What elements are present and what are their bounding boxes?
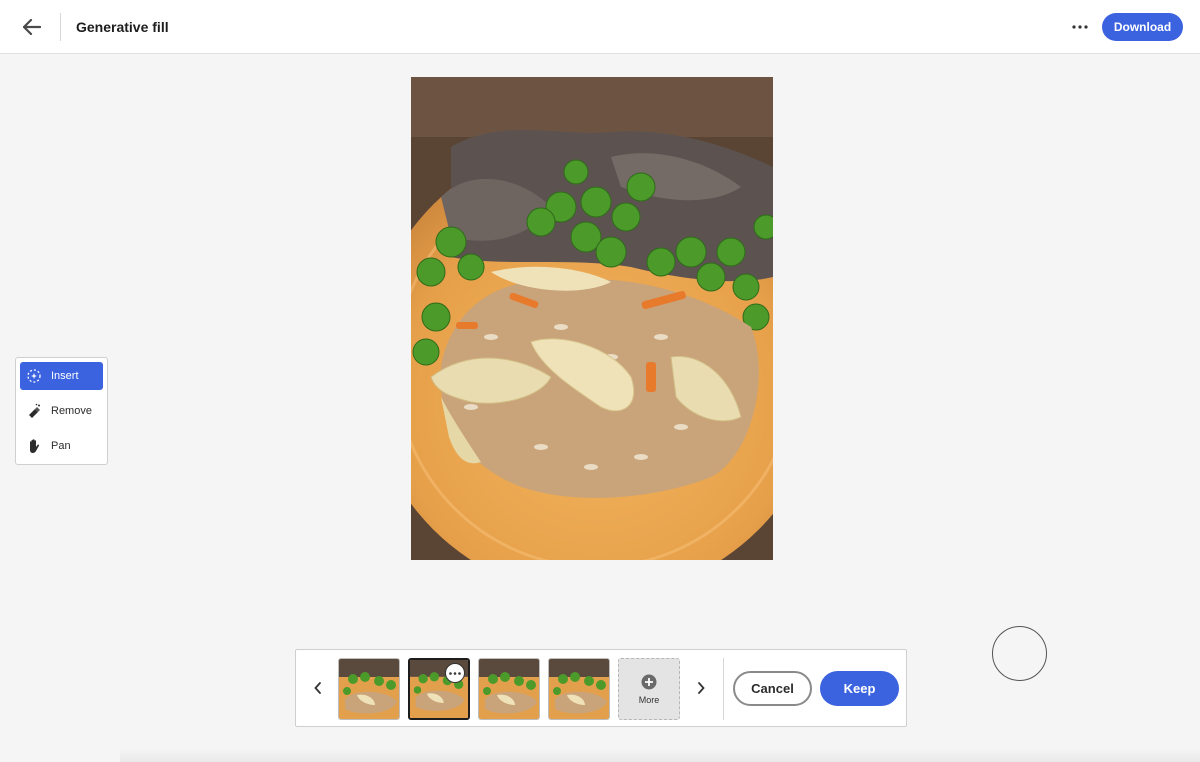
- previous-variation-button[interactable]: [308, 678, 328, 698]
- canvas-image[interactable]: [411, 77, 773, 560]
- bottom-shadow: [120, 748, 1200, 762]
- variation-options-button[interactable]: [445, 663, 465, 683]
- header-divider: [60, 13, 61, 41]
- variation-image: [549, 659, 609, 719]
- variations-bar: More Cancel Keep: [295, 649, 907, 727]
- back-button[interactable]: [18, 13, 46, 41]
- variation-thumbnail-3[interactable]: [478, 658, 540, 720]
- chevron-right-icon: [698, 682, 705, 694]
- food-photo: [411, 77, 773, 560]
- pan-tool-label: Pan: [51, 440, 71, 452]
- page-title: Generative fill: [76, 19, 169, 35]
- insert-tool-button[interactable]: Insert: [20, 362, 103, 390]
- pan-tool-button[interactable]: Pan: [20, 432, 103, 460]
- more-options-button[interactable]: [1066, 14, 1094, 40]
- app-header: Generative fill Download: [0, 0, 1200, 54]
- variation-image: [479, 659, 539, 719]
- next-variation-button[interactable]: [691, 678, 711, 698]
- remove-tool-label: Remove: [51, 405, 92, 417]
- toolbar-divider: [723, 658, 724, 720]
- add-circle-icon: [641, 674, 657, 689]
- download-button[interactable]: Download: [1102, 13, 1183, 41]
- variation-thumbnail-4[interactable]: [548, 658, 610, 720]
- variation-image: [339, 659, 399, 719]
- brush-cursor: [992, 626, 1047, 681]
- cancel-button[interactable]: Cancel: [733, 671, 812, 706]
- insert-tool-label: Insert: [51, 370, 79, 382]
- ellipsis-icon: [449, 671, 461, 675]
- more-variations-label: More: [638, 694, 660, 705]
- tools-panel: Insert Remove Pan: [15, 357, 108, 465]
- more-variations-button[interactable]: More: [618, 658, 680, 720]
- variation-thumbnail-2[interactable]: [408, 658, 470, 720]
- chevron-left-icon: [314, 682, 321, 694]
- variation-thumbnail-1[interactable]: [338, 658, 400, 720]
- insert-sparkle-icon: [20, 362, 48, 390]
- remove-tool-button[interactable]: Remove: [20, 397, 103, 425]
- hand-icon: [20, 432, 48, 460]
- eraser-icon: [20, 397, 48, 425]
- arrow-left-icon: [23, 19, 41, 35]
- keep-button[interactable]: Keep: [820, 671, 899, 706]
- ellipsis-icon: [1072, 25, 1088, 29]
